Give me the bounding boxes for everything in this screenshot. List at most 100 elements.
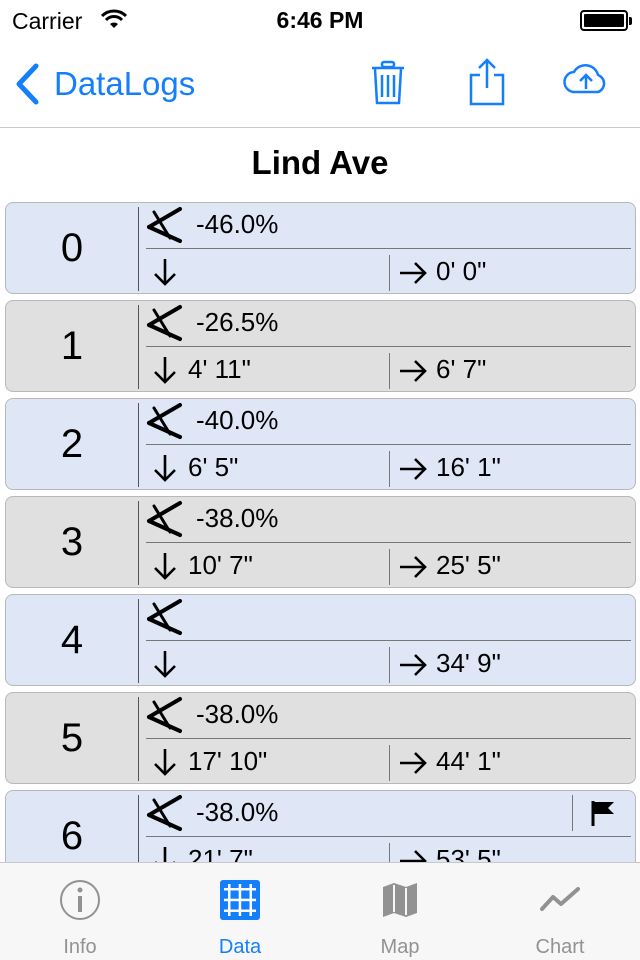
- angle-icon: [147, 207, 182, 243]
- data-row[interactable]: 2 -40.0% 6' 5" 16' 1": [5, 398, 636, 490]
- distance-value: 25' 5": [436, 550, 501, 580]
- value-divider: [389, 549, 390, 585]
- arrow-right-icon: [400, 262, 427, 284]
- row-index: 4: [60, 617, 84, 662]
- value-divider: [389, 745, 390, 781]
- value-divider: [389, 647, 390, 683]
- slope-value: -40.0%: [196, 405, 279, 435]
- tab-data[interactable]: Data: [160, 863, 320, 960]
- map-icon: [383, 883, 417, 917]
- page-title: Lind Ave: [251, 144, 389, 181]
- share-icon[interactable]: [468, 57, 506, 107]
- drop-value: 10' 7": [188, 550, 253, 580]
- tab-info-label: Info: [63, 936, 97, 958]
- row-index: 1: [60, 323, 84, 368]
- info-icon: [60, 880, 100, 920]
- chart-icon: [540, 887, 580, 911]
- flag-icon[interactable]: [590, 799, 616, 827]
- row-index: 3: [60, 519, 84, 564]
- slope-value: -26.5%: [196, 307, 279, 337]
- column-divider: [138, 599, 139, 683]
- drop-value: 17' 10": [188, 746, 268, 776]
- battery-icon: [580, 10, 632, 31]
- chevron-left-icon: [16, 63, 39, 105]
- tab-data-label: Data: [218, 936, 262, 958]
- drop-value: 21' 7": [188, 844, 253, 862]
- data-row[interactable]: 5 -38.0% 17' 10" 44' 1": [5, 692, 636, 784]
- tab-map-label: Map: [380, 936, 420, 958]
- tab-info[interactable]: Info: [0, 863, 160, 960]
- tab-chart[interactable]: Chart: [480, 863, 640, 960]
- angle-icon: [147, 501, 182, 537]
- angle-icon: [147, 403, 182, 439]
- arrow-right-icon: [400, 360, 427, 382]
- arrow-down-icon: [154, 357, 176, 384]
- distance-value: 44' 1": [436, 746, 501, 776]
- column-divider: [138, 501, 139, 585]
- arrow-right-icon: [400, 850, 427, 862]
- status-bar: Carrier 6:46 PM: [0, 0, 640, 40]
- column-divider: [138, 305, 139, 389]
- drop-value: 6' 5": [188, 452, 239, 482]
- arrow-down-icon: [154, 455, 176, 482]
- arrow-down-icon: [155, 847, 175, 862]
- angle-icon: [147, 697, 182, 733]
- tab-chart-label: Chart: [535, 936, 585, 958]
- distance-value: 16' 1": [436, 452, 501, 482]
- value-divider: [389, 353, 390, 389]
- row-divider: [146, 444, 631, 445]
- row-index: 2: [60, 421, 84, 466]
- back-label: DataLogs: [54, 65, 196, 102]
- arrow-right-icon: [400, 752, 427, 774]
- angle-icon: [147, 599, 182, 635]
- slope-value: -38.0%: [196, 503, 279, 533]
- grid-icon: [220, 880, 260, 920]
- column-divider: [138, 403, 139, 487]
- row-index: 5: [60, 715, 84, 760]
- row-index: 6: [60, 813, 84, 858]
- row-divider: [146, 542, 631, 543]
- column-divider: [138, 795, 139, 862]
- cloud-upload-icon[interactable]: [563, 62, 609, 96]
- arrow-right-icon: [400, 556, 427, 578]
- tab-map[interactable]: Map: [320, 863, 480, 960]
- distance-value: 34' 9": [436, 648, 501, 678]
- drop-value: 4' 11": [188, 354, 251, 384]
- distance-value: 53' 5": [436, 844, 501, 862]
- tab-bar: Info Data Map Chart: [0, 862, 640, 960]
- trash-icon[interactable]: [371, 60, 405, 106]
- row-divider: [146, 836, 631, 837]
- data-row[interactable]: 6 -38.0% 21' 7" 53' 5": [5, 790, 636, 862]
- column-divider: [138, 697, 139, 781]
- slope-value: -38.0%: [196, 699, 279, 729]
- arrow-down-icon: [154, 259, 176, 286]
- row-divider: [146, 248, 631, 249]
- arrow-down-icon: [154, 553, 176, 580]
- data-row[interactable]: 1 -26.5% 4' 11" 6' 7": [5, 300, 636, 392]
- data-log-list[interactable]: 0 -46.0% 0' 0" 1 -26.5% 4' 11" 6' 7" 2 -40.0% 6' …: [0, 202, 640, 862]
- arrow-down-icon: [154, 651, 176, 678]
- flag-divider: [572, 795, 573, 831]
- distance-value: 6' 7": [436, 354, 487, 384]
- data-row[interactable]: 4 34' 9": [5, 594, 636, 686]
- arrow-right-icon: [400, 654, 427, 676]
- slope-value: -38.0%: [196, 797, 279, 827]
- row-divider: [146, 640, 631, 641]
- value-divider: [389, 255, 390, 291]
- angle-icon: [147, 795, 182, 831]
- slope-value: -46.0%: [196, 209, 279, 239]
- clock: 6:46 PM: [276, 7, 364, 33]
- row-divider: [146, 738, 631, 739]
- data-row[interactable]: 3 -38.0% 10' 7" 25' 5": [5, 496, 636, 588]
- back-button[interactable]: DataLogs: [14, 62, 195, 106]
- distance-value: 0' 0": [436, 256, 487, 286]
- arrow-right-icon: [400, 458, 427, 480]
- arrow-down-icon: [154, 749, 176, 776]
- row-divider: [146, 346, 631, 347]
- navigation-bar: DataLogs: [0, 40, 640, 128]
- value-divider: [389, 451, 390, 487]
- value-divider: [389, 843, 390, 862]
- row-index: 0: [60, 225, 84, 270]
- column-divider: [138, 207, 139, 291]
- data-row[interactable]: 0 -46.0% 0' 0": [5, 202, 636, 294]
